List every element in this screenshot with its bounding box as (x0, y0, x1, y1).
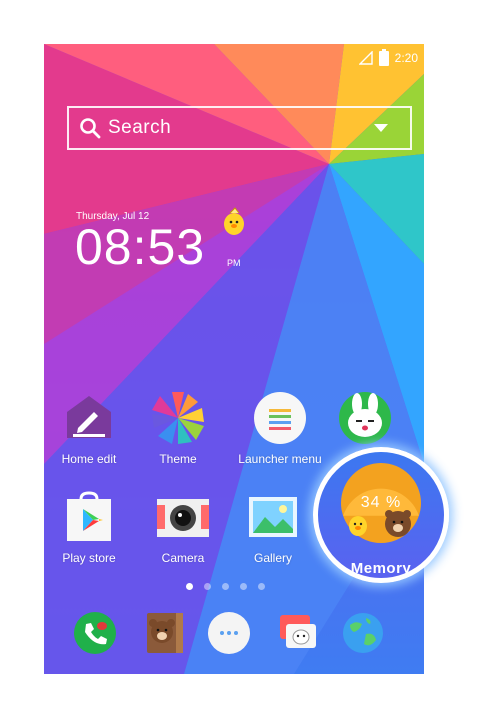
app-label: Gallery (253, 551, 292, 565)
gallery-icon (245, 489, 301, 545)
app-label: Home edit (61, 452, 117, 466)
app-gallery[interactable]: Gallery (230, 489, 316, 565)
app-camera[interactable]: Camera (140, 489, 226, 565)
app-theme[interactable]: Theme (135, 390, 221, 466)
pinwheel-icon (150, 390, 206, 446)
brown-bear-book-icon (147, 613, 183, 653)
signal-icon (358, 51, 373, 65)
phone-icon (74, 612, 116, 654)
messages-icon (280, 615, 316, 648)
clock-time: 08:53 (75, 219, 206, 275)
browser-globe-icon (343, 613, 383, 653)
status-bar: 2:20 (358, 48, 418, 66)
page-dot[interactable] (258, 583, 265, 590)
status-time: 2:20 (394, 51, 418, 65)
home-edit-icon (61, 390, 117, 446)
app-home-edit[interactable]: Home edit (46, 390, 132, 466)
page-dot[interactable] (186, 583, 193, 590)
dock-browser[interactable] (340, 610, 386, 656)
dock-app-drawer[interactable] (206, 610, 252, 656)
dock-messages[interactable] (274, 610, 320, 656)
search-bar[interactable]: Search (67, 106, 412, 150)
page-dot[interactable] (222, 583, 229, 590)
dock-contacts[interactable] (142, 610, 188, 656)
page-dot[interactable] (240, 583, 247, 590)
search-placeholder: Search (108, 117, 172, 138)
menu-lines-icon (252, 390, 308, 446)
app-label: Launcher menu (238, 452, 322, 466)
brown-bear-icon (385, 510, 411, 537)
sally-chick-icon (349, 516, 367, 536)
page-dot[interactable] (204, 583, 211, 590)
app-play-store[interactable]: Play store (46, 489, 132, 565)
camera-icon (155, 489, 211, 545)
dropdown-arrow-icon[interactable] (374, 124, 388, 132)
memory-percent: 34 % (360, 494, 402, 511)
app-label: Theme (159, 452, 197, 466)
search-icon (80, 118, 101, 139)
play-store-icon (61, 489, 117, 545)
page-indicator (186, 583, 265, 590)
dock-phone[interactable] (72, 610, 118, 656)
battery-icon (378, 48, 389, 66)
app-label: Camera (161, 551, 205, 565)
clock-ampm: PM (227, 258, 241, 268)
sally-chick-icon (224, 207, 244, 235)
memory-label[interactable]: Memory (313, 560, 449, 577)
app-cony[interactable] (322, 390, 408, 452)
app-launcher-menu[interactable]: Launcher menu (230, 390, 330, 466)
app-label: Play store (62, 551, 116, 565)
cony-bunny-icon (337, 390, 393, 446)
app-drawer-icon (208, 612, 250, 654)
